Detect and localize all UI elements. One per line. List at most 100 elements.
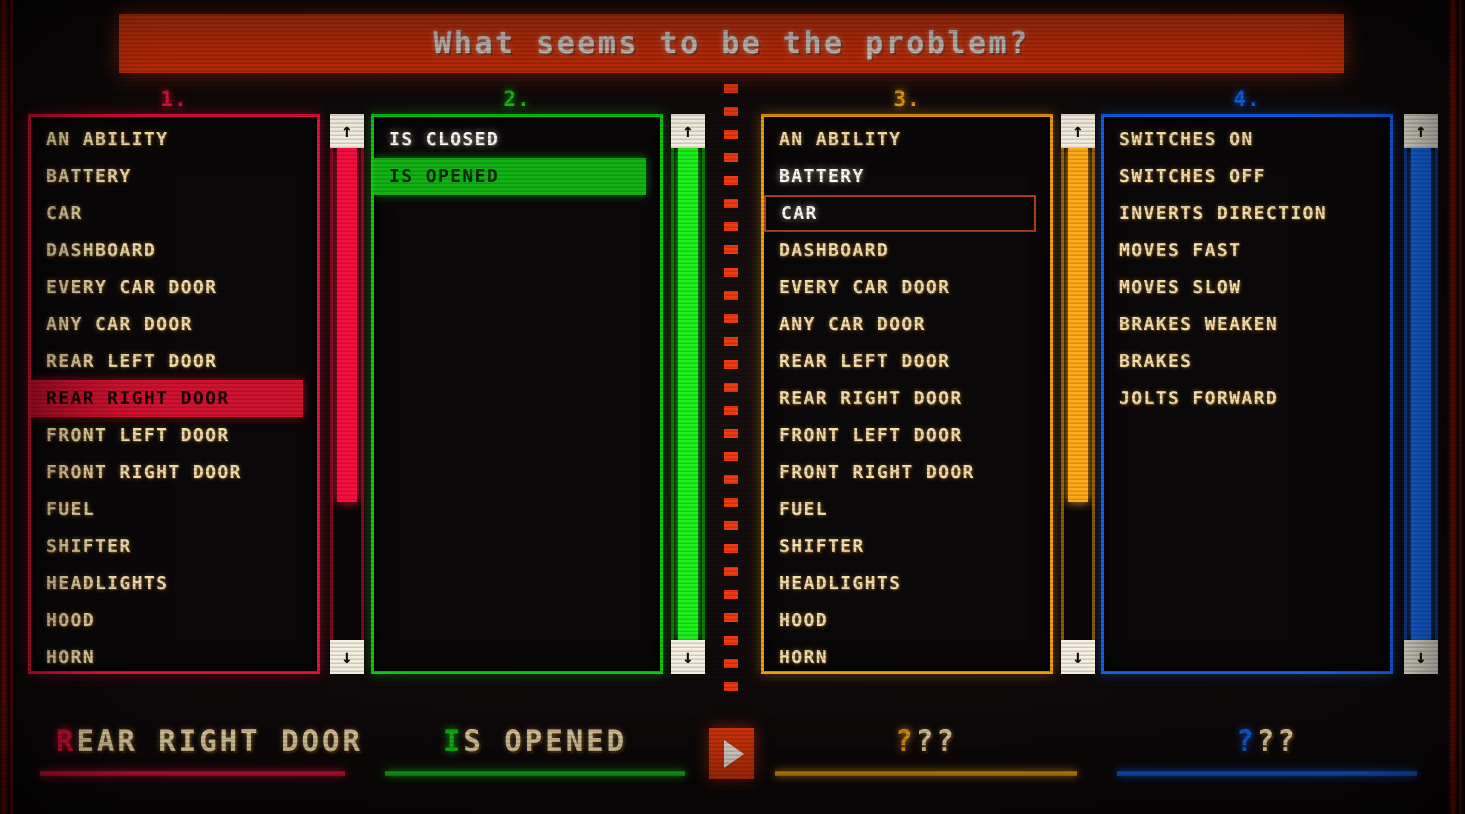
scroll-up-arrow-icon[interactable]: ↑: [671, 114, 705, 148]
list-item[interactable]: REAR LEFT DOOR: [764, 343, 1050, 380]
scrollbar-track[interactable]: [330, 148, 364, 640]
frame-edge-left: [2, 0, 6, 814]
list-item[interactable]: BATTERY: [31, 158, 317, 195]
listbox-3[interactable]: AN ABILITY BATTERY CAR DASHBOARD EVERY CAR D…: [761, 114, 1053, 674]
answer-lead-char-2: I: [442, 724, 464, 758]
list-item[interactable]: ANY CAR DOOR: [31, 306, 317, 343]
answer-label-3: ???: [775, 724, 1077, 758]
scrollbar-track[interactable]: [1061, 148, 1095, 640]
scrollbar-track[interactable]: [671, 148, 705, 640]
listbox-1[interactable]: AN ABILITY BATTERY CAR DASHBOARD EVERY CAR D…: [28, 114, 320, 674]
list-item[interactable]: HORN: [31, 639, 317, 671]
list-item[interactable]: IS OPENED: [374, 158, 646, 195]
list-items-3: AN ABILITY BATTERY CAR DASHBOARD EVERY CAR D…: [764, 121, 1050, 671]
list-item[interactable]: JOLTS FORWARD: [1104, 380, 1390, 417]
list-item[interactable]: HOOD: [31, 602, 317, 639]
column-1: 1. AN ABILITY BATTERY CAR DASHBOARD EVERY CAR…: [28, 86, 364, 682]
answer-underline-3: [775, 771, 1077, 776]
list-item[interactable]: ANY CAR DOOR: [764, 306, 1050, 343]
list-item[interactable]: FRONT RIGHT DOOR: [31, 454, 317, 491]
play-button[interactable]: [709, 728, 754, 779]
list-items-2: IS CLOSED IS OPENED: [374, 121, 660, 195]
answer-underline-1: [40, 771, 345, 776]
list-item[interactable]: BATTERY: [764, 158, 1050, 195]
list-item[interactable]: HORN: [764, 639, 1050, 671]
answer-lead-char-4: ?: [1236, 724, 1257, 758]
answer-underline-4: [1117, 771, 1417, 776]
list-item[interactable]: REAR RIGHT DOOR: [764, 380, 1050, 417]
list-item[interactable]: AN ABILITY: [31, 121, 317, 158]
scrollbar-track[interactable]: [1404, 148, 1438, 640]
list-item[interactable]: IS CLOSED: [374, 121, 660, 158]
answer-lead-char-1: R: [56, 724, 77, 758]
answer-slot-3[interactable]: ???: [775, 720, 1077, 788]
column-number-3: 3.: [893, 87, 921, 111]
list-item[interactable]: HEADLIGHTS: [31, 565, 317, 602]
scroll-up-arrow-icon[interactable]: ↑: [1404, 114, 1438, 148]
scrollbar-4[interactable]: ↑ ↓: [1404, 114, 1438, 674]
answer-underline-2: [385, 771, 685, 776]
listbox-4[interactable]: SWITCHES ON SWITCHES OFF INVERTS DIRECTION…: [1101, 114, 1393, 674]
list-item[interactable]: CAR: [764, 195, 1036, 232]
list-item[interactable]: SHIFTER: [764, 528, 1050, 565]
list-item[interactable]: DASHBOARD: [31, 232, 317, 269]
list-item[interactable]: HEADLIGHTS: [764, 565, 1050, 602]
list-item[interactable]: FUEL: [31, 491, 317, 528]
frame-edge-left-inner: [10, 0, 13, 814]
answer-rest-text-2: S OPENED: [463, 724, 628, 758]
list-item[interactable]: HOOD: [764, 602, 1050, 639]
answer-slot-4[interactable]: ???: [1117, 720, 1417, 788]
list-item[interactable]: FRONT RIGHT DOOR: [764, 454, 1050, 491]
list-items-4: SWITCHES ON SWITCHES OFF INVERTS DIRECTION…: [1104, 121, 1390, 417]
list-item[interactable]: EVERY CAR DOOR: [764, 269, 1050, 306]
answer-label-4: ???: [1117, 724, 1417, 758]
scroll-down-arrow-icon[interactable]: ↓: [330, 640, 364, 674]
list-item[interactable]: AN ABILITY: [764, 121, 1050, 158]
scroll-down-arrow-icon[interactable]: ↓: [671, 640, 705, 674]
listbox-2[interactable]: IS CLOSED IS OPENED: [371, 114, 663, 674]
list-item[interactable]: REAR LEFT DOOR: [31, 343, 317, 380]
list-item[interactable]: EVERY CAR DOOR: [31, 269, 317, 306]
scrollbar-2[interactable]: ↑ ↓: [671, 114, 705, 674]
scrollbar-thumb[interactable]: [678, 148, 698, 640]
list-item[interactable]: MOVES SLOW: [1104, 269, 1390, 306]
column-number-2: 2.: [503, 87, 531, 111]
list-item[interactable]: SHIFTER: [31, 528, 317, 565]
scrollbar-thumb[interactable]: [1411, 148, 1431, 640]
list-item[interactable]: SWITCHES OFF: [1104, 158, 1390, 195]
scrollbar-thumb[interactable]: [1068, 148, 1088, 503]
list-item[interactable]: BRAKES: [1104, 343, 1390, 380]
answer-label-2: IS OPENED: [385, 724, 685, 758]
column-3: 3. AN ABILITY BATTERY CAR DASHBOARD EVERY CAR…: [761, 86, 1095, 682]
frame-edge-right: [1459, 0, 1462, 814]
list-item[interactable]: FUEL: [764, 491, 1050, 528]
answer-slot-2[interactable]: IS OPENED: [385, 720, 685, 788]
game-screen: What seems to be the problem? 1. AN ABILI…: [0, 0, 1465, 814]
answer-rest-text-3: ??: [915, 724, 957, 758]
list-item[interactable]: INVERTS DIRECTION: [1104, 195, 1390, 232]
scrollbar-thumb[interactable]: [337, 148, 357, 503]
column-number-4: 4.: [1233, 87, 1261, 111]
scroll-down-arrow-icon[interactable]: ↓: [1061, 640, 1095, 674]
list-item[interactable]: FRONT LEFT DOOR: [764, 417, 1050, 454]
scroll-up-arrow-icon[interactable]: ↑: [1061, 114, 1095, 148]
column-number-1: 1.: [160, 87, 188, 111]
list-item[interactable]: MOVES FAST: [1104, 232, 1390, 269]
list-item[interactable]: SWITCHES ON: [1104, 121, 1390, 158]
play-triangle-icon: [724, 739, 744, 768]
answer-slot-1[interactable]: REAR RIGHT DOOR: [40, 720, 360, 788]
scroll-up-arrow-icon[interactable]: ↑: [330, 114, 364, 148]
answer-lead-char-3: ?: [895, 724, 916, 758]
scrollbar-1[interactable]: ↑ ↓: [330, 114, 364, 674]
list-item[interactable]: FRONT LEFT DOOR: [31, 417, 317, 454]
list-item[interactable]: BRAKES WEAKEN: [1104, 306, 1390, 343]
list-item[interactable]: DASHBOARD: [764, 232, 1050, 269]
page-title: What seems to be the problem?: [433, 26, 1030, 61]
scrollbar-3[interactable]: ↑ ↓: [1061, 114, 1095, 674]
scroll-down-arrow-icon[interactable]: ↓: [1404, 640, 1438, 674]
dotted-divider: [724, 84, 738, 704]
list-item[interactable]: CAR: [31, 195, 317, 232]
column-2: 2. IS CLOSED IS OPENED ↑ ↓: [371, 86, 705, 682]
list-item[interactable]: REAR RIGHT DOOR: [31, 380, 303, 417]
frame-edge-right-inner: [1451, 0, 1455, 814]
